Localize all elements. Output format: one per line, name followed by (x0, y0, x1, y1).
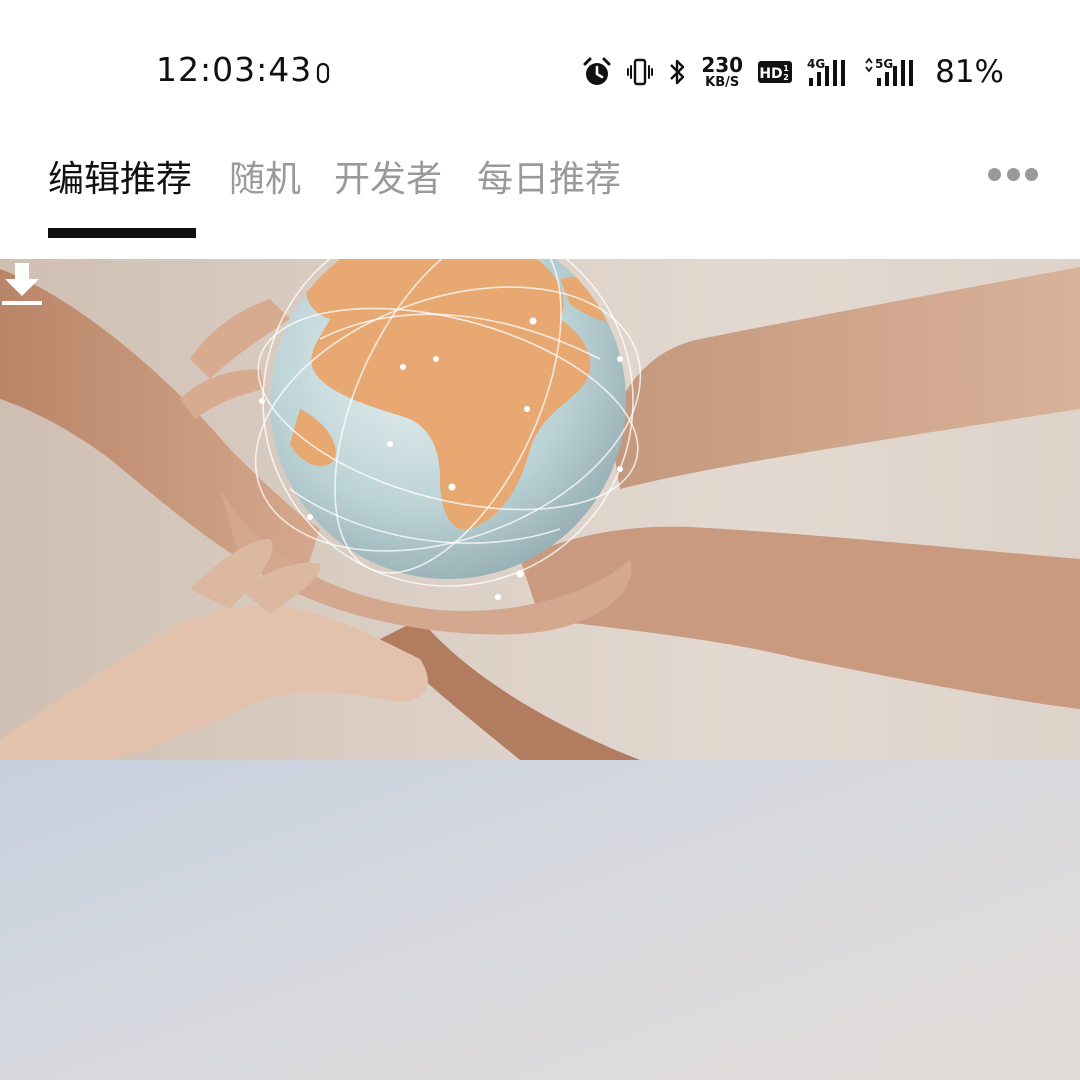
screen-record-icon (316, 62, 330, 84)
more-dots-icon (988, 167, 1001, 181)
network-speed-value: 230 (701, 53, 744, 77)
svg-text:1: 1 (783, 64, 789, 73)
hands-globe-illustration (0, 259, 1080, 760)
tab-editor-picks[interactable]: 编辑推荐 (48, 150, 192, 202)
tab-random[interactable]: 随机 (229, 150, 301, 202)
status-time: 12:03:43 (156, 50, 313, 89)
network-speed-unit: KB/S (705, 75, 740, 90)
wallpaper-card-globe[interactable] (0, 259, 1080, 760)
category-tabs: 编辑推荐 随机 开发者 每日推荐 (0, 140, 1080, 240)
tab-daily-picks[interactable]: 每日推荐 (477, 150, 621, 202)
signal-5g-label: 5G (875, 57, 893, 71)
wallpaper-card-gradient[interactable] (0, 760, 1080, 1080)
status-bar: 12:03:43 230 KB/S HD 1 2 4G 5G 81% (0, 0, 1080, 130)
alarm-icon (583, 57, 611, 85)
download-icon[interactable] (0, 259, 44, 307)
signal-4g-label: 4G (807, 57, 825, 71)
battery-percent: 81% (935, 54, 1004, 90)
status-icons: 230 KB/S HD 1 2 4G 5G 81% (581, 48, 1004, 96)
more-button[interactable] (988, 162, 1038, 186)
svg-text:2: 2 (783, 73, 789, 82)
signal-4g-icon: 4G (807, 57, 846, 86)
active-tab-indicator (48, 228, 196, 238)
tab-developers[interactable]: 开发者 (334, 150, 442, 202)
hd-label: HD (759, 66, 782, 82)
bluetooth-icon (670, 59, 685, 85)
signal-5g-icon: 5G (865, 57, 914, 86)
vibrate-icon (627, 58, 654, 86)
network-speed: 230 KB/S (701, 55, 743, 89)
hd-voice-icon: HD 1 2 (758, 61, 793, 83)
